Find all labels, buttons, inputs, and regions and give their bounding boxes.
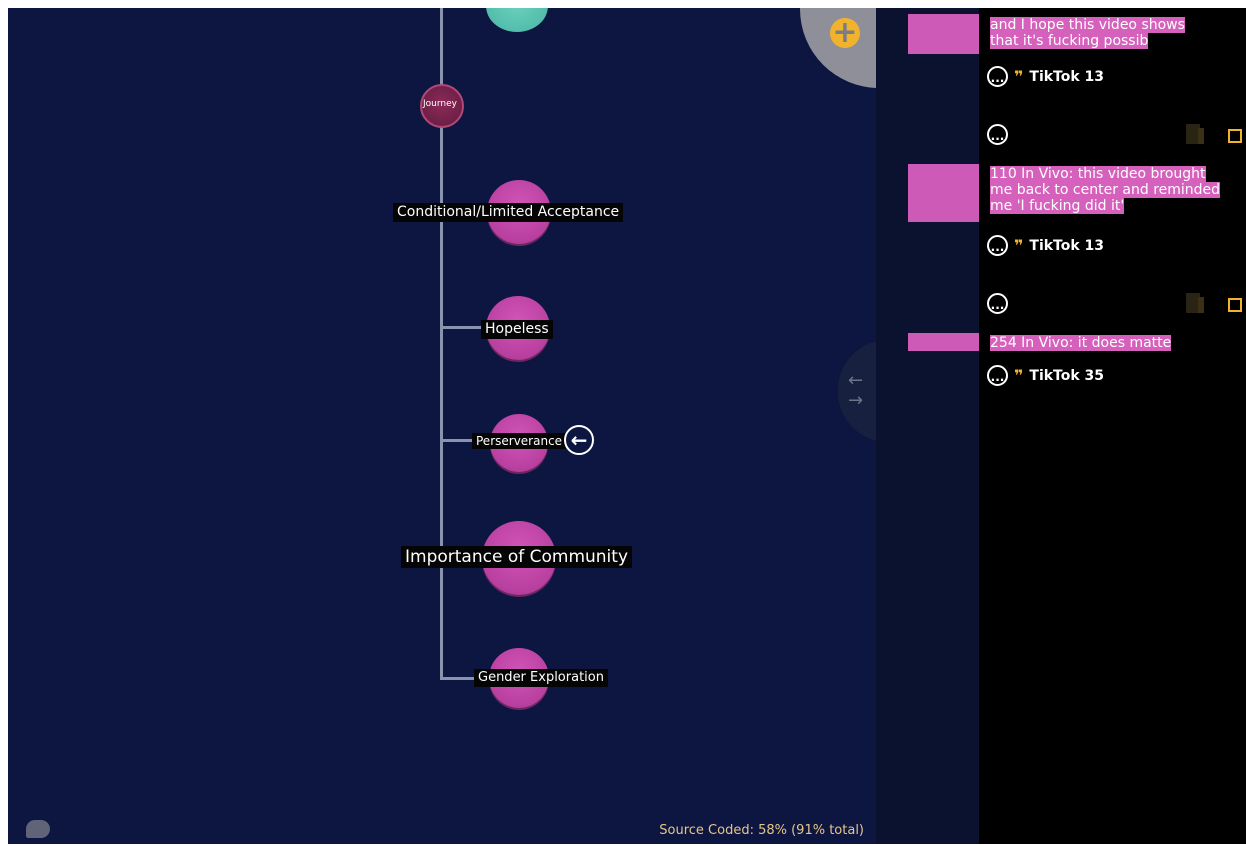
quote-source[interactable]: TikTok 35 <box>1029 368 1104 384</box>
quote-icon: ❞ <box>1014 236 1024 255</box>
quote-meta: ... ❞ TikTok 13 <box>987 66 1104 87</box>
comment-icon[interactable]: ... <box>987 235 1008 256</box>
checkbox-icon[interactable] <box>1228 129 1242 143</box>
code-color-swatch <box>908 14 979 54</box>
arrow-right-icon: → <box>848 390 864 411</box>
node-label-hopeless: Hopeless <box>481 320 553 339</box>
code-color-swatch <box>908 333 979 351</box>
comment-icon[interactable]: ... <box>987 124 1008 145</box>
node-label-perserverance: Perserverance <box>472 433 567 450</box>
quote-text[interactable]: 110 In Vivo: this video brought me back … <box>990 166 1246 214</box>
code-map-canvas[interactable]: Journey Conditional/Limited Acceptance H… <box>8 8 876 844</box>
quote-source[interactable]: TikTok 13 <box>1029 69 1104 85</box>
quote-actions: ... <box>987 293 1014 314</box>
quotes-panel: and I hope this video shows that it's fu… <box>908 8 1246 844</box>
chat-bubble-icon[interactable] <box>26 820 50 838</box>
comment-icon[interactable]: ... <box>987 293 1008 314</box>
checkbox-icon[interactable] <box>1228 298 1242 312</box>
panel-divider <box>876 8 908 844</box>
quote-source[interactable]: TikTok 13 <box>1029 238 1104 254</box>
quote-text[interactable]: 254 In Vivo: it does matte <box>990 335 1246 351</box>
swatch-column <box>908 8 979 844</box>
quote-icon: ❞ <box>1014 67 1024 86</box>
coding-status: Source Coded: 58% (91% total) <box>659 823 864 838</box>
arrow-left-icon: ← <box>848 370 864 391</box>
document-icon[interactable] <box>1186 124 1204 144</box>
quote-meta: ... ❞ TikTok 13 <box>987 235 1104 256</box>
node-label-journey: Journey <box>423 99 457 109</box>
comment-icon[interactable]: ... <box>987 66 1008 87</box>
node-label-gender: Gender Exploration <box>474 669 608 687</box>
quote-text[interactable]: and I hope this video shows that it's fu… <box>990 17 1246 49</box>
quote-meta: ... ❞ TikTok 35 <box>987 365 1104 386</box>
node-label-community: Importance of Community <box>401 546 633 569</box>
quote-icon: ❞ <box>1014 366 1024 385</box>
document-icon[interactable] <box>1186 293 1204 313</box>
node-label-conditional: Conditional/Limited Acceptance <box>393 203 624 222</box>
arrow-left-icon[interactable]: ← <box>564 425 594 455</box>
plus-icon[interactable]: + <box>830 18 860 48</box>
panel-toggle-tab[interactable]: ← → <box>838 340 876 442</box>
code-node-top[interactable] <box>486 8 548 32</box>
comment-icon[interactable]: ... <box>987 365 1008 386</box>
quote-actions: ... <box>987 124 1014 145</box>
code-color-swatch <box>908 164 979 222</box>
